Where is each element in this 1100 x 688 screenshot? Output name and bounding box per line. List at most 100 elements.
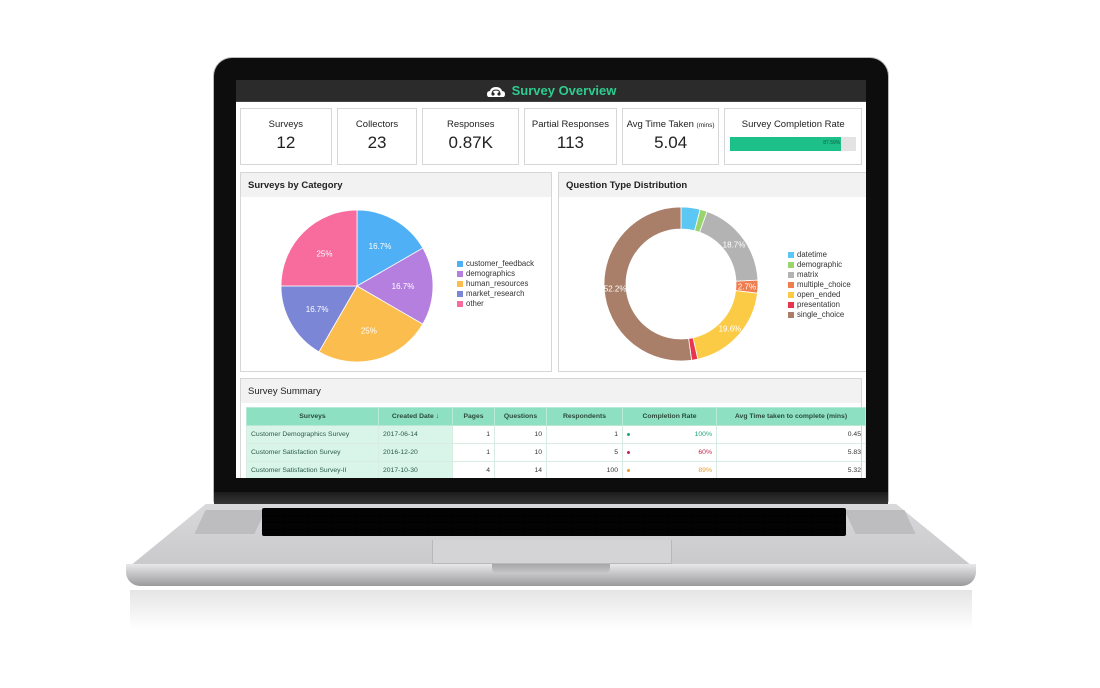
legend-item[interactable]: single_choice [788,310,851,320]
kpi-collectors[interactable]: Collectors 23 [336,108,418,165]
surveys-by-category-panel: Surveys by Category 16.7% 16.7% 25% 16.7% 25… [240,172,552,372]
slice-label: 52.2% [604,285,627,294]
kpi-label-unit: (mins) [696,122,715,129]
kpi-value: 113 [556,133,584,152]
cell-created-date: 2017-06-14 [378,425,453,444]
legend-swatch [457,291,463,297]
legend-item[interactable]: customer_feedback [457,259,534,269]
cell-completion-rate: 60% [622,443,717,462]
column-header-questions[interactable]: Questions [494,407,547,426]
slice-label: 18.7% [723,241,746,250]
kpi-responses[interactable]: Responses 0.87K [422,108,520,165]
kpi-value: 12 [276,133,296,152]
cell-respondents: 1 [546,425,623,444]
legend-swatch [788,282,794,288]
chart-legend: customer_feedback demographics human_resou… [457,259,534,309]
status-dot [627,433,630,436]
legend-item[interactable]: matrix [788,270,851,280]
kpi-label: Survey Completion Rate [741,119,845,130]
kpi-label-text: Avg Time Taken [626,119,694,130]
kpi-label: Responses [446,119,495,130]
kpi-avg-time[interactable]: Avg Time Taken (mins) 5.04 [621,108,720,165]
laptop-hinge [214,492,888,506]
legend-item[interactable]: market_research [457,289,534,299]
column-header-respondents[interactable]: Respondents [546,407,623,426]
legend-item[interactable]: multiple_choice [788,280,851,290]
charts-row: Surveys by Category 16.7% 16.7% 25% 16.7% 25… [236,169,866,372]
cell-survey[interactable]: Customer Satisfaction Survey [246,443,379,462]
kpi-label: Avg Time Taken (mins) [623,119,719,130]
status-dot [627,451,630,454]
kpi-value: 0.87K [448,133,493,152]
table-row[interactable]: Customer Satisfaction Survey 2016-12-20 1 1… [246,443,866,462]
legend-label: single_choice [797,310,845,319]
survey-summary-table: Surveys Created Date ↓ Pages Questions R… [246,407,866,478]
panel-title: Surveys by Category [241,173,551,197]
legend-swatch [788,292,794,298]
kpi-completion-rate[interactable]: Survey Completion Rate 87.59% [724,108,862,165]
column-header-avg-time[interactable]: Avg Time taken to complete (mins) [716,407,866,426]
legend-swatch [788,262,794,268]
cell-pages: 1 [452,443,495,462]
progress-text: 87.59% [823,140,841,146]
status-dot [627,469,630,472]
cell-avg-time: 0.45 [716,425,866,444]
kpi-surveys[interactable]: Surveys 12 [240,108,332,165]
legend-swatch [788,302,794,308]
cell-survey[interactable]: Customer Satisfaction Survey-II [246,461,379,478]
legend-label: presentation [797,300,840,309]
rate-value: 100% [694,431,712,438]
dashboard-title: Survey Overview [511,83,617,98]
legend-label: multiple_choice [797,280,851,289]
laptop-mockup: Survey Overview Surveys 12 Collectors 23… [0,0,1100,688]
keyboard [262,508,846,536]
cell-created-date: 2016-12-20 [378,443,453,462]
column-header-label: Created Date [391,413,434,420]
arrow-down-icon: ↓ [435,413,440,420]
legend-item[interactable]: datetime [788,250,851,260]
legend-label: customer_feedback [466,259,535,268]
legend-swatch [457,301,463,307]
legend-label: other [466,299,484,308]
legend-item[interactable]: open_ended [788,290,851,300]
slice-label: 16.7% [392,282,415,291]
cell-survey[interactable]: Customer Demographics Survey [246,425,379,444]
legend-item[interactable]: demographics [457,269,534,279]
cell-pages: 4 [452,461,495,478]
rate-value: 60% [698,449,712,456]
lid-notch [492,564,610,574]
dashboard-screen: Survey Overview Surveys 12 Collectors 23… [236,80,866,478]
legend-item[interactable]: demographic [788,260,851,270]
legend-item[interactable]: human_resources [457,279,534,289]
column-header-pages[interactable]: Pages [452,407,495,426]
legend-swatch [457,271,463,277]
cell-respondents: 5 [546,443,623,462]
cell-completion-rate: 89% [622,461,717,478]
cell-pages: 1 [452,425,495,444]
kpi-partial-responses[interactable]: Partial Responses 113 [524,108,617,165]
legend-label: datetime [797,250,827,259]
speaker-grille-right [844,510,916,534]
slice-other[interactable] [280,209,358,287]
table-row[interactable]: Customer Satisfaction Survey-II 2017-10-3… [246,461,866,478]
reflection [130,590,972,630]
panel-title: Survey Summary [241,379,861,403]
column-header-created-date[interactable]: Created Date ↓ [378,407,453,426]
slice-label: 25% [316,249,332,258]
panel-title: Question Type Distribution [559,173,866,197]
question-type-panel: Question Type Distribution 18.7% 2.7% 19.6… [558,172,866,372]
legend-item[interactable]: presentation [788,300,851,310]
cell-completion-rate: 100% [622,425,717,444]
table-row[interactable]: Customer Demographics Survey 2017-06-14 1 1… [246,425,866,444]
cell-questions: 10 [494,443,547,462]
kpi-label: Surveys [268,119,303,130]
chart-legend: datetime demographic matrix multiple_choice… [788,250,851,320]
legend-item[interactable]: other [457,299,534,309]
legend-label: open_ended [797,290,841,299]
column-header-surveys[interactable]: Surveys [246,407,379,426]
rate-value: 89% [698,467,712,474]
column-header-completion-rate[interactable]: Completion Rate [622,407,717,426]
cell-questions: 14 [494,461,547,478]
legend-label: demographics [466,269,515,278]
slice-label: 16.7% [369,242,392,251]
